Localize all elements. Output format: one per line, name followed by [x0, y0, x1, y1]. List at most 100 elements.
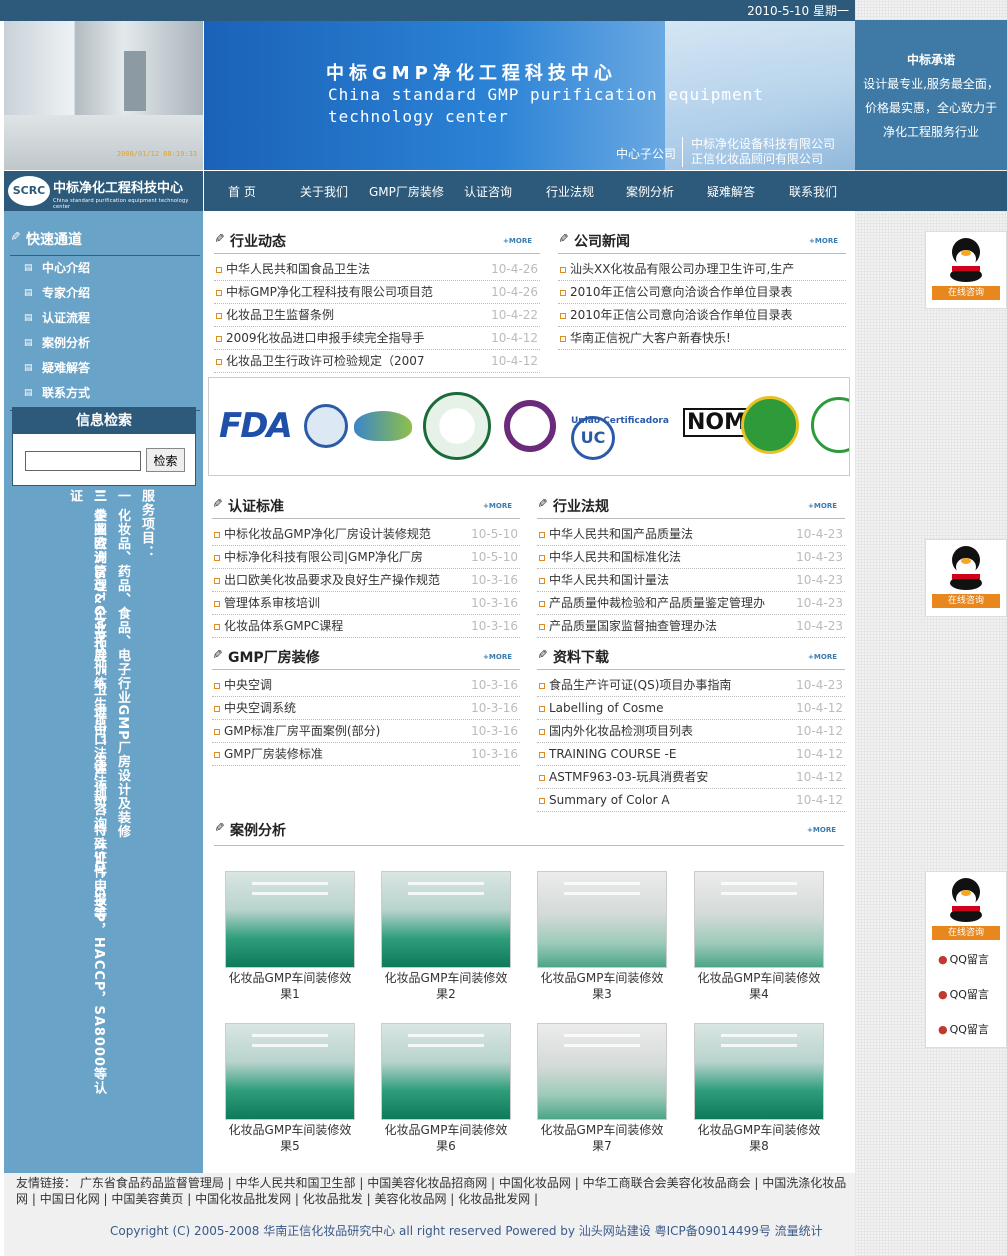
list-item[interactable]: 华南正信祝广大客户新春快乐! — [558, 327, 846, 350]
case-caption[interactable]: 化妆品GMP车间装修效果5 — [224, 1122, 356, 1154]
case-card[interactable]: 化妆品GMP车间装修效果1 — [224, 871, 356, 1002]
friend-link[interactable]: 中国化妆品批发网 — [195, 1192, 291, 1206]
more-link[interactable]: +MORE — [809, 237, 838, 245]
item-title[interactable]: 中央空调 — [224, 678, 272, 692]
case-image[interactable] — [225, 1023, 355, 1120]
list-item[interactable]: 2010年正信公司意向洽谈合作单位目录表 — [558, 304, 846, 327]
more-link[interactable]: +MORE — [483, 653, 512, 661]
friend-link[interactable]: 中国化妆品网 — [499, 1176, 571, 1190]
subsidiary-item[interactable]: 中标净化设备科技有限公司 — [691, 137, 835, 152]
case-card[interactable]: 化妆品GMP车间装修效果3 — [536, 871, 668, 1002]
case-image[interactable] — [694, 871, 824, 968]
list-item[interactable]: 2010年正信公司意向洽谈合作单位目录表 — [558, 281, 846, 304]
more-link[interactable]: +MORE — [808, 653, 837, 661]
case-caption[interactable]: 化妆品GMP车间装修效果3 — [536, 970, 668, 1002]
case-image[interactable] — [381, 1023, 511, 1120]
item-title[interactable]: 中标GMP净化工程科技有限公司项目范 — [226, 285, 433, 299]
list-item[interactable]: GMP厂房装修标准 10-3-16 — [212, 743, 520, 766]
list-item[interactable]: 中标净化科技有限公司|GMP净化厂房 10-5-10 — [212, 546, 520, 569]
nav-faq[interactable]: 疑难解答 — [707, 183, 755, 200]
sidebar-item-faq[interactable]: 疑难解答 — [10, 356, 200, 381]
site-logo[interactable]: SCRC 中标净化工程科技中心 China standard purificat… — [4, 171, 203, 211]
nav-cert-consulting[interactable]: 认证咨询 — [464, 183, 512, 200]
case-image[interactable] — [537, 1023, 667, 1120]
sidebar-item-experts[interactable]: 专家介绍 — [10, 281, 200, 306]
case-card[interactable]: 化妆品GMP车间装修效果2 — [380, 871, 512, 1002]
list-item[interactable]: 管理体系审核培训 10-3-16 — [212, 592, 520, 615]
friend-link[interactable]: 中国美容化妆品招商网 — [367, 1176, 487, 1190]
friend-link[interactable]: 美容化妆品网 — [374, 1192, 446, 1206]
list-item[interactable]: 化妆品卫生监督条例 10-4-22 — [214, 304, 540, 327]
case-card[interactable]: 化妆品GMP车间装修效果5 — [224, 1023, 356, 1154]
list-item[interactable]: 中华人民共和国标准化法 10-4-23 — [537, 546, 845, 569]
item-title[interactable]: 中华人民共和国计量法 — [549, 573, 669, 587]
item-title[interactable]: 出口欧美化妆品要求及良好生产操作规范 — [224, 573, 440, 587]
more-link[interactable]: +MORE — [483, 502, 512, 510]
item-title[interactable]: 中标化妆品GMP净化厂房设计装修规范 — [224, 527, 431, 541]
item-title[interactable]: 中华人民共和国标准化法 — [549, 550, 681, 564]
more-link[interactable]: +MORE — [808, 502, 837, 510]
list-item[interactable]: 化妆品卫生行政许可检验规定（2007 10-4-12 — [214, 350, 540, 373]
nav-gmp-decoration[interactable]: GMP厂房装修 — [369, 183, 444, 200]
item-title[interactable]: 中央空调系统 — [224, 701, 296, 715]
item-title[interactable]: 管理体系审核培训 — [224, 596, 320, 610]
case-image[interactable] — [225, 871, 355, 968]
list-item[interactable]: 中央空调系统 10-3-16 — [212, 697, 520, 720]
item-title[interactable]: ASTMF963-03-玩具消费者安 — [549, 770, 708, 784]
qq-message-link[interactable]: QQ留言 — [926, 1012, 1006, 1047]
sidebar-item-cert-process[interactable]: 认证流程 — [10, 306, 200, 331]
nav-about[interactable]: 关于我们 — [300, 183, 348, 200]
sidebar-item-contact[interactable]: 联系方式 — [10, 381, 200, 406]
item-title[interactable]: 产品质量仲裁检验和产品质量鉴定管理办 — [549, 596, 765, 610]
case-image[interactable] — [694, 1023, 824, 1120]
more-link[interactable]: +MORE — [807, 826, 836, 834]
item-title[interactable]: 国内外化妆品检测项目列表 — [549, 724, 693, 738]
list-item[interactable]: 产品质量国家监督抽查管理办法 10-4-23 — [537, 615, 845, 638]
list-item[interactable]: Summary of Color A 10-4-12 — [537, 789, 845, 812]
case-caption[interactable]: 化妆品GMP车间装修效果7 — [536, 1122, 668, 1154]
list-item[interactable]: 中华人民共和国食品卫生法 10-4-26 — [214, 258, 540, 281]
friend-link[interactable]: 广东省食品药品监督管理局 — [80, 1176, 224, 1190]
friend-link[interactable]: 中华工商联合会美容化妆品商会 — [583, 1176, 751, 1190]
item-title[interactable]: 中华人民共和国食品卫生法 — [226, 262, 370, 276]
item-title[interactable]: Labelling of Cosme — [549, 701, 664, 715]
list-item[interactable]: TRAINING COURSE -E 10-4-12 — [537, 743, 845, 766]
case-caption[interactable]: 化妆品GMP车间装修效果8 — [693, 1122, 825, 1154]
list-item[interactable]: 食品生产许可证(QS)项目办事指南 10-4-23 — [537, 674, 845, 697]
list-item[interactable]: 中标GMP净化工程科技有限公司项目范 10-4-26 — [214, 281, 540, 304]
more-link[interactable]: +MORE — [503, 237, 532, 245]
friend-link[interactable]: 化妆品批发 — [303, 1192, 363, 1206]
list-item[interactable]: 出口欧美化妆品要求及良好生产操作规范 10-3-16 — [212, 569, 520, 592]
item-title[interactable]: TRAINING COURSE -E — [549, 747, 676, 761]
list-item[interactable]: 化妆品体系GMPC课程 10-3-16 — [212, 615, 520, 638]
item-title[interactable]: 化妆品卫生行政许可检验规定（2007 — [226, 354, 425, 368]
search-button[interactable]: 检索 — [146, 448, 185, 472]
search-input[interactable] — [25, 451, 141, 471]
nav-contact[interactable]: 联系我们 — [789, 183, 837, 200]
qq-online-consult-button[interactable]: 在线咨询 — [932, 286, 1000, 300]
item-title[interactable]: Summary of Color A — [549, 793, 670, 807]
case-caption[interactable]: 化妆品GMP车间装修效果1 — [224, 970, 356, 1002]
item-title[interactable]: 中华人民共和国产品质量法 — [549, 527, 693, 541]
list-item[interactable]: 中央空调 10-3-16 — [212, 674, 520, 697]
sidebar-item-center-intro[interactable]: 中心介绍 — [10, 256, 200, 281]
item-title[interactable]: GMP标准厂房平面案例(部分) — [224, 724, 380, 738]
qq-message-link[interactable]: QQ留言 — [926, 977, 1006, 1012]
sidebar-item-cases[interactable]: 案例分析 — [10, 331, 200, 356]
list-item[interactable]: Labelling of Cosme 10-4-12 — [537, 697, 845, 720]
friend-link[interactable]: 化妆品批发网 — [458, 1192, 530, 1206]
case-image[interactable] — [381, 871, 511, 968]
case-caption[interactable]: 化妆品GMP车间装修效果2 — [380, 970, 512, 1002]
case-image[interactable] — [537, 871, 667, 968]
list-item[interactable]: 汕头XX化妆品有限公司办理卫生许可,生产 — [558, 258, 846, 281]
qq-online-consult-button[interactable]: 在线咨询 — [932, 926, 1000, 940]
nav-cases[interactable]: 案例分析 — [626, 183, 674, 200]
list-item[interactable]: ASTMF963-03-玩具消费者安 10-4-12 — [537, 766, 845, 789]
case-caption[interactable]: 化妆品GMP车间装修效果4 — [693, 970, 825, 1002]
nav-regulations[interactable]: 行业法规 — [546, 183, 594, 200]
case-card[interactable]: 化妆品GMP车间装修效果4 — [693, 871, 825, 1002]
case-card[interactable]: 化妆品GMP车间装修效果8 — [693, 1023, 825, 1154]
item-title[interactable]: 产品质量国家监督抽查管理办法 — [549, 619, 717, 633]
friend-link[interactable]: 中国美容黄页 — [111, 1192, 183, 1206]
item-title[interactable]: 2009化妆品进口申报手续完全指导手 — [226, 331, 425, 345]
